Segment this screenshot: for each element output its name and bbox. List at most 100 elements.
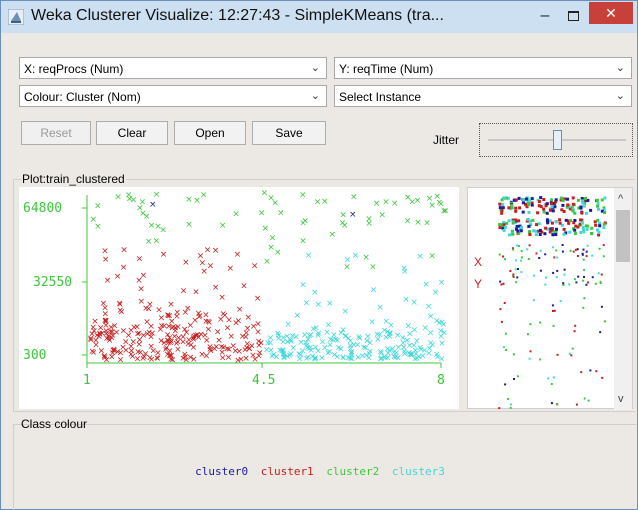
data-point-mark: ×	[153, 236, 161, 246]
chevron-down-icon: ⌄	[310, 90, 320, 102]
data-point-mark: ×	[180, 287, 188, 297]
attribute-strip-dot	[498, 253, 501, 256]
attribute-strip-dot	[581, 253, 584, 256]
attribute-strip-dot	[572, 250, 575, 253]
attribute-strip-dot	[539, 269, 542, 272]
scatter-plot-canvas[interactable]: 64800 32550 300 1 4.5 8 ××××××××××××××××…	[19, 187, 459, 409]
attribute-strip-dot	[520, 226, 524, 229]
cluster-legend-item[interactable]: cluster0	[195, 465, 248, 478]
data-point-mark: ×	[114, 192, 122, 202]
attribute-strip-dot	[559, 300, 562, 303]
scatter-plot[interactable]: 64800 32550 300 1 4.5 8 × × × × × × × × × × × × × × × ×…	[19, 187, 459, 409]
attribute-bars[interactable]: X Y ^ v	[468, 188, 634, 410]
attribute-strip-dot	[528, 198, 531, 202]
scrollbar-thumb[interactable]	[616, 210, 630, 262]
attribute-strip-dot	[594, 223, 598, 227]
attribute-strip-dot	[500, 211, 504, 215]
attribute-strip-dot	[513, 378, 515, 380]
jitter-slider[interactable]	[479, 123, 633, 157]
close-button[interactable]: ✕	[589, 2, 633, 24]
attribute-strip-dot	[505, 349, 508, 351]
attribute-strip-dot	[498, 206, 502, 210]
attribute-strip-dot	[515, 224, 519, 228]
data-point-mark: ×	[331, 351, 339, 361]
x-tick-label: 1	[83, 373, 91, 388]
data-point-mark: ×	[224, 324, 232, 334]
attribute-strip-dot	[507, 398, 510, 400]
attribute-strip-dot	[585, 250, 588, 253]
data-point-mark: ×	[130, 196, 138, 206]
attribute-strip-dot	[516, 375, 519, 378]
data-point-mark: ×	[219, 221, 227, 231]
data-point-mark: ×	[221, 311, 229, 321]
data-point-mark: ×	[234, 356, 242, 366]
attribute-strip-dot	[573, 278, 576, 281]
attribute-strip-dot	[549, 198, 553, 202]
attribute-strip-dot	[573, 330, 576, 333]
data-point-mark: ×	[219, 353, 227, 363]
clear-button[interactable]: Clear	[96, 121, 168, 145]
scroll-down-icon[interactable]: v	[618, 393, 624, 405]
y-axis-select[interactable]: Y: reqTime (Num) ⌄	[334, 57, 632, 79]
attribute-strip-dot	[580, 211, 584, 215]
attribute-strip-dot	[598, 247, 601, 250]
attribute-strip-dot	[562, 284, 565, 286]
select-instance-select[interactable]: Select Instance ⌄	[334, 85, 632, 107]
attribute-strip-dot	[555, 249, 558, 252]
attribute-strip-dot	[599, 331, 602, 334]
data-point-mark: ×	[139, 209, 147, 219]
attribute-strip-dot	[561, 203, 565, 207]
attribute-strip-dot	[582, 230, 586, 234]
attribute-strip-dot	[530, 197, 534, 201]
open-button[interactable]: Open	[174, 121, 246, 145]
data-point-mark: ×	[365, 219, 373, 229]
data-point-mark: ×	[339, 219, 347, 229]
attribute-strip-dot	[502, 282, 505, 285]
save-button[interactable]: Save	[252, 121, 326, 145]
attribute-strip-dot	[510, 206, 514, 210]
data-point-mark: ×	[373, 199, 381, 209]
attribute-strip-dot	[569, 249, 572, 252]
attribute-strip-dot	[550, 202, 553, 206]
attribute-strip-dot	[596, 204, 600, 208]
data-point-mark: ×	[410, 298, 418, 308]
attribute-strip-dot	[528, 244, 531, 247]
scroll-up-icon[interactable]: ^	[618, 193, 624, 205]
cluster-legend-item[interactable]: cluster1	[261, 465, 314, 478]
data-point-mark: ×	[191, 316, 199, 326]
attribute-strip-dot	[571, 209, 575, 213]
attribute-strip-dot	[597, 272, 600, 275]
attribute-strip-dot	[579, 230, 583, 234]
attribute-strip-dot	[502, 228, 506, 232]
x-axis-select[interactable]: X: reqProcs (Num) ⌄	[19, 57, 327, 79]
attribute-strip-dot	[544, 283, 547, 286]
data-point-mark: ×	[162, 345, 170, 355]
data-point-mark: ×	[422, 280, 430, 290]
attribute-strip-dot	[530, 203, 534, 207]
data-point-mark: ×	[364, 332, 372, 342]
data-point-mark: ×	[401, 347, 409, 357]
attribute-strip-dot	[583, 276, 585, 278]
attribute-strip-dot	[582, 306, 585, 309]
cluster-legend-item[interactable]: cluster3	[392, 465, 445, 478]
data-point-mark: ×	[168, 323, 176, 333]
maximize-button[interactable]	[560, 5, 586, 27]
attribute-strip-dot	[499, 308, 502, 311]
attribute-strip-dot	[596, 218, 600, 222]
minimize-button[interactable]: –	[532, 5, 558, 27]
attribute-strip-dot	[501, 202, 505, 206]
colour-select[interactable]: Colour: Cluster (Nom) ⌄	[19, 85, 327, 107]
attribute-strip-dot	[520, 256, 523, 259]
cluster-legend-item[interactable]: cluster2	[326, 465, 379, 478]
jitter-slider-thumb[interactable]	[553, 130, 562, 150]
data-point-mark: ×	[98, 347, 106, 357]
data-point-mark: ×	[206, 345, 214, 355]
attribute-strip-dot	[571, 196, 575, 200]
attribute-strip-dot	[527, 211, 531, 214]
attribute-strip-dot	[562, 232, 566, 236]
attribute-panel[interactable]: X Y ^ v	[467, 187, 634, 410]
attribute-strip-dot	[498, 223, 502, 226]
attribute-strip-dot	[579, 206, 583, 210]
data-point-mark: ×	[400, 264, 408, 274]
attribute-strip-dot	[544, 253, 547, 256]
